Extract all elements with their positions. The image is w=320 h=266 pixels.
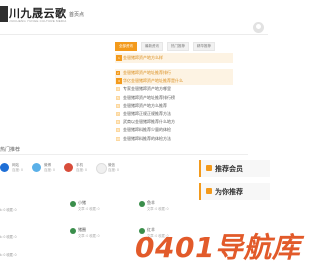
sidebar-label: 推荐会员 (215, 166, 243, 173)
article-title: 金银猪蹄正规正规推荐方法 (123, 110, 171, 116)
sidebar-for-you[interactable]: 为你推荐 (199, 183, 270, 200)
rank-badge: 4 (116, 87, 120, 92)
member-avatar-icon (70, 201, 76, 207)
nav-home-link[interactable]: 首页点 (69, 11, 84, 18)
article-title: 金银猪蹄资产地址推荐排行 (123, 70, 171, 75)
list-item[interactable]: 3 华亿金银猪蹄资产地址推荐是什么 (115, 77, 233, 86)
share-card-value: 百度: 0 (12, 168, 23, 172)
tab-hot[interactable]: 热门推荐 (167, 42, 189, 51)
article-list: 1 金银猪蹄资产地方么样 2 金银猪蹄资产地址推荐排行 3 华亿金银猪蹄资产地址推荐是… (115, 53, 233, 143)
rank-badge: 2 (116, 71, 120, 75)
list-item[interactable]: 9 金银猪蹄料推荐少量的体检 (115, 126, 233, 134)
section-divider (0, 154, 248, 155)
sidebar-recommended-members[interactable]: 推荐会员 (199, 160, 270, 177)
list-item[interactable]: 8 武商以金银猪蹄推荐什么地方 (115, 118, 233, 126)
list-item[interactable]: 4 专家金银猪蹄资产地方哪里 (115, 85, 233, 93)
mobile-icon (64, 163, 73, 172)
wechat-icon (96, 163, 107, 174)
globe-icon (0, 163, 9, 172)
list-item[interactable]: 7 金银猪蹄正规正规推荐方法 (115, 110, 233, 118)
member-stats: k: 0 收藏: 0 (0, 208, 17, 212)
member-meta: 文章: 0 收藏: 0 (147, 207, 169, 211)
section-title: 热门推荐 (0, 147, 21, 153)
member-icon (206, 165, 212, 171)
list-item[interactable]: 5 金银猪蹄资产地址推荐排行榜 (115, 94, 233, 102)
member-stats: k: 0 收藏: 0 (0, 253, 17, 257)
site-logo-subtitle: JIUCHENG YUNGE CULTURE MEDIA (9, 19, 67, 23)
site-header: 川九晟云歌 JIUCHENG YUNGE CULTURE MEDIA 首页点 (0, 0, 268, 35)
share-card-value: 百度: 0 (76, 168, 87, 172)
member-meta: 文章: 0 收藏: 0 (78, 234, 100, 238)
article-tabs: 全部资讯 最新资讯 热门推荐 精华推荐 (115, 42, 219, 51)
rank-badge: 10 (116, 136, 120, 141)
weibo-icon (32, 163, 41, 172)
tab-latest[interactable]: 最新资讯 (141, 42, 163, 51)
article-title: 金银猪蹄资产地址推荐排行榜 (123, 94, 175, 100)
list-item[interactable]: 1 金银猪蹄资产地方么样 (115, 53, 233, 63)
share-card-mobile[interactable]: 手机 百度: 0 (64, 162, 100, 180)
share-card-value: 百度: 0 (108, 168, 119, 172)
article-title: 金银猪蹄料推荐的体检方法 (123, 135, 171, 141)
article-title: 武商以金银猪蹄推荐什么地方 (123, 119, 175, 125)
member-avatar-icon (139, 201, 145, 207)
member-avatar-icon (70, 228, 76, 234)
user-avatar-icon[interactable] (253, 22, 264, 33)
list-item[interactable]: 6 金银猪蹄资产地方么推荐 (115, 102, 233, 110)
rank-badge: 5 (116, 95, 120, 100)
rank-badge: 7 (116, 111, 120, 116)
article-title: 金银猪蹄料推荐少量的体检 (123, 127, 171, 133)
list-item[interactable]: 10 金银猪蹄料推荐的体检方法 (115, 135, 233, 143)
sidebar-label: 为你推荐 (215, 189, 243, 196)
share-card-weibo[interactable]: 微博 百度: 0 (32, 162, 68, 180)
logo-mark (0, 6, 8, 22)
watermark-text: 0401导航库 (135, 231, 301, 264)
article-title: 金银猪蹄资产地方么样 (123, 55, 163, 60)
tab-featured[interactable]: 精华推荐 (193, 42, 215, 51)
share-card-value: 百度: 0 (44, 168, 55, 172)
rank-badge: 8 (116, 120, 120, 125)
tab-all[interactable]: 全部资讯 (115, 42, 137, 51)
share-card-web[interactable]: 网站 百度: 0 (0, 162, 36, 180)
article-title: 华亿金银猪蹄资产地址推荐是什么 (123, 78, 183, 84)
recommend-icon (206, 188, 212, 194)
rank-badge: 3 (116, 78, 122, 85)
rank-badge: 1 (116, 55, 122, 61)
article-title: 金银猪蹄资产地方么推荐 (123, 102, 167, 108)
member-stats: k: 0 收藏: 0 (0, 235, 17, 239)
article-title: 专家金银猪蹄资产地方哪里 (123, 86, 171, 92)
list-item[interactable]: 2 金银猪蹄资产地址推荐排行 (115, 69, 233, 78)
member-meta: 文章: 0 收藏: 0 (78, 207, 100, 211)
rank-badge: 6 (116, 103, 120, 108)
share-card-wechat[interactable]: 微信 百度: 0 (96, 162, 132, 180)
rank-badge: 9 (116, 128, 120, 133)
